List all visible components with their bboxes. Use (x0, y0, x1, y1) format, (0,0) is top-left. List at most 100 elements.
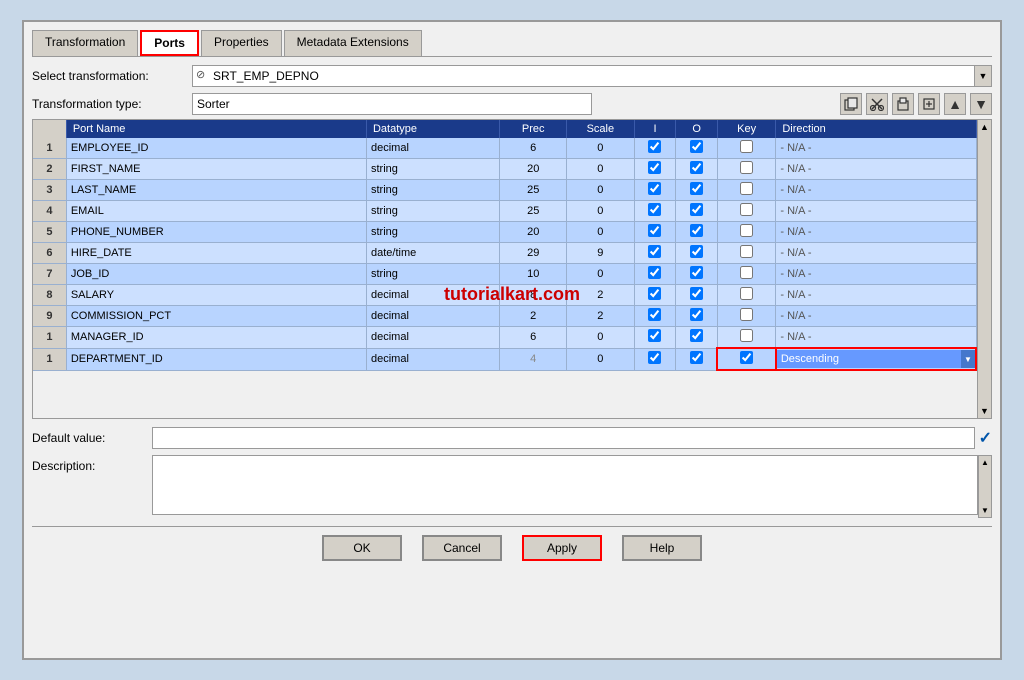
scroll-down-arrow[interactable]: ▼ (978, 404, 991, 418)
up-arrow-icon[interactable]: ▲ (944, 93, 966, 115)
direction-cell[interactable]: - N/A - (776, 159, 976, 180)
key-checkbox[interactable] (740, 351, 753, 364)
key-checkbox[interactable] (740, 308, 753, 321)
o-checkbox[interactable] (690, 203, 703, 216)
o-checkbox[interactable] (690, 266, 703, 279)
key-checkbox[interactable] (740, 329, 753, 342)
i-checkbox-cell[interactable] (634, 159, 676, 180)
o-checkbox-cell[interactable] (676, 180, 718, 201)
port-name-cell[interactable]: PHONE_NUMBER (66, 222, 366, 243)
help-button[interactable]: Help (622, 535, 702, 561)
i-checkbox[interactable] (648, 266, 661, 279)
key-checkbox[interactable] (740, 224, 753, 237)
o-checkbox-cell[interactable] (676, 327, 718, 349)
key-checkbox-cell[interactable] (717, 222, 775, 243)
select-transformation-input[interactable] (192, 65, 992, 87)
port-name-cell[interactable]: DEPARTMENT_ID (66, 348, 366, 370)
o-checkbox-cell[interactable] (676, 201, 718, 222)
table-scrollbar[interactable]: ▲ ▼ (977, 120, 991, 418)
direction-cell[interactable]: - N/A - (776, 222, 976, 243)
i-checkbox[interactable] (648, 287, 661, 300)
i-checkbox-cell[interactable] (634, 222, 676, 243)
paste-icon[interactable] (892, 93, 914, 115)
tab-properties[interactable]: Properties (201, 30, 282, 56)
o-checkbox-cell[interactable] (676, 264, 718, 285)
o-checkbox-cell[interactable] (676, 138, 718, 159)
key-checkbox-cell[interactable] (717, 159, 775, 180)
key-checkbox-cell[interactable] (717, 138, 775, 159)
o-checkbox-cell[interactable] (676, 285, 718, 306)
o-checkbox[interactable] (690, 182, 703, 195)
i-checkbox-cell[interactable] (634, 285, 676, 306)
ports-table-scroll[interactable]: Port Name Datatype Prec Scale I O Key Di… (33, 120, 991, 371)
key-checkbox[interactable] (740, 266, 753, 279)
i-checkbox-cell[interactable] (634, 138, 676, 159)
i-checkbox-cell[interactable] (634, 327, 676, 349)
port-name-cell[interactable]: MANAGER_ID (66, 327, 366, 349)
direction-cell[interactable]: - N/A - (776, 180, 976, 201)
i-checkbox-cell[interactable] (634, 243, 676, 264)
o-checkbox-cell[interactable] (676, 306, 718, 327)
o-checkbox[interactable] (690, 351, 703, 364)
desc-scroll-down[interactable]: ▼ (979, 504, 991, 517)
o-checkbox[interactable] (690, 329, 703, 342)
key-checkbox-cell[interactable] (717, 180, 775, 201)
apply-button[interactable]: Apply (522, 535, 602, 561)
i-checkbox[interactable] (648, 308, 661, 321)
direction-cell[interactable]: - N/A - (776, 285, 976, 306)
direction-select[interactable]: AscendingDescending (777, 350, 975, 368)
port-name-cell[interactable]: LAST_NAME (66, 180, 366, 201)
default-value-input[interactable] (152, 427, 975, 449)
i-checkbox[interactable] (648, 140, 661, 153)
o-checkbox[interactable] (690, 224, 703, 237)
tab-ports[interactable]: Ports (140, 30, 199, 56)
copy-icon[interactable] (840, 93, 862, 115)
key-checkbox-cell[interactable] (717, 201, 775, 222)
i-checkbox-cell[interactable] (634, 180, 676, 201)
i-checkbox[interactable] (648, 245, 661, 258)
port-name-cell[interactable]: JOB_ID (66, 264, 366, 285)
desc-scroll-up[interactable]: ▲ (979, 456, 991, 469)
port-name-cell[interactable]: EMPLOYEE_ID (66, 138, 366, 159)
cut-icon[interactable] (866, 93, 888, 115)
tab-transformation[interactable]: Transformation (32, 30, 138, 56)
key-checkbox-cell[interactable] (717, 285, 775, 306)
cancel-button[interactable]: Cancel (422, 535, 502, 561)
tab-metadata-extensions[interactable]: Metadata Extensions (284, 30, 422, 56)
key-checkbox[interactable] (740, 287, 753, 300)
port-name-cell[interactable]: HIRE_DATE (66, 243, 366, 264)
direction-cell[interactable]: - N/A - (776, 201, 976, 222)
direction-cell[interactable]: - N/A - (776, 264, 976, 285)
key-checkbox-cell[interactable] (717, 264, 775, 285)
direction-cell[interactable]: - N/A - (776, 306, 976, 327)
direction-cell[interactable]: - N/A - (776, 327, 976, 349)
scroll-up-arrow[interactable]: ▲ (978, 120, 991, 134)
port-name-cell[interactable]: COMMISSION_PCT (66, 306, 366, 327)
key-checkbox-cell[interactable] (717, 348, 775, 370)
i-checkbox[interactable] (648, 224, 661, 237)
description-scrollbar[interactable]: ▲ ▼ (978, 455, 992, 518)
o-checkbox-cell[interactable] (676, 222, 718, 243)
i-checkbox[interactable] (648, 351, 661, 364)
o-checkbox[interactable] (690, 245, 703, 258)
port-name-cell[interactable]: FIRST_NAME (66, 159, 366, 180)
direction-cell[interactable]: - N/A - (776, 243, 976, 264)
key-checkbox[interactable] (740, 182, 753, 195)
new-icon[interactable] (918, 93, 940, 115)
i-checkbox-cell[interactable] (634, 201, 676, 222)
description-textarea[interactable] (152, 455, 978, 515)
direction-cell[interactable]: - N/A - (776, 138, 976, 159)
i-checkbox-cell[interactable] (634, 348, 676, 370)
o-checkbox-cell[interactable] (676, 348, 718, 370)
port-name-cell[interactable]: SALARY (66, 285, 366, 306)
o-checkbox-cell[interactable] (676, 243, 718, 264)
key-checkbox[interactable] (740, 245, 753, 258)
o-checkbox[interactable] (690, 308, 703, 321)
key-checkbox[interactable] (740, 140, 753, 153)
key-checkbox-cell[interactable] (717, 243, 775, 264)
key-checkbox[interactable] (740, 161, 753, 174)
i-checkbox[interactable] (648, 182, 661, 195)
i-checkbox-cell[interactable] (634, 264, 676, 285)
key-checkbox-cell[interactable] (717, 327, 775, 349)
o-checkbox[interactable] (690, 161, 703, 174)
